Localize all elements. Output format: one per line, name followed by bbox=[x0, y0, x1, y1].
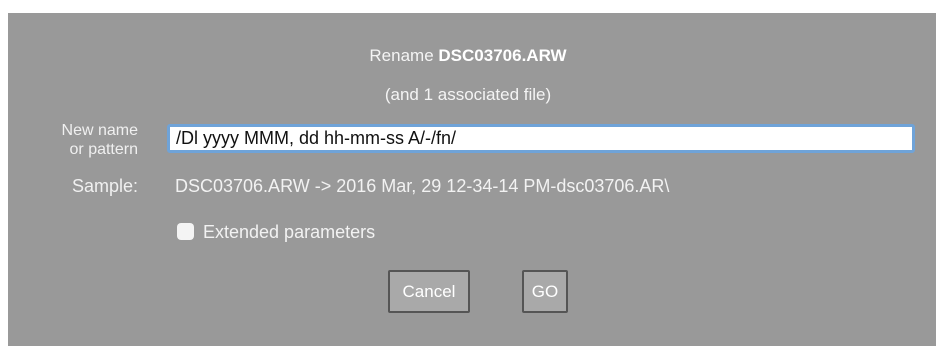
cancel-button[interactable]: Cancel bbox=[388, 270, 470, 313]
extended-parameters-label[interactable]: Extended parameters bbox=[203, 222, 375, 243]
dialog-title-filename: DSC03706.ARW bbox=[438, 46, 567, 65]
new-name-input[interactable] bbox=[167, 124, 915, 153]
sample-label: Sample: bbox=[71, 176, 138, 196]
go-button[interactable]: GO bbox=[522, 270, 568, 313]
dialog-title: Rename DSC03706.ARW bbox=[0, 46, 936, 66]
extended-parameters-checkbox[interactable] bbox=[177, 223, 194, 240]
new-name-label-line1: New name bbox=[61, 122, 138, 139]
new-name-label-line2: or pattern bbox=[69, 141, 138, 158]
dialog-title-prefix: Rename bbox=[369, 46, 434, 65]
new-name-label: New name or pattern bbox=[20, 121, 138, 159]
dialog-subtitle: (and 1 associated file) bbox=[384, 85, 552, 104]
sample-value: DSC03706.ARW -> 2016 Mar, 29 12-34-14 PM… bbox=[175, 176, 670, 196]
